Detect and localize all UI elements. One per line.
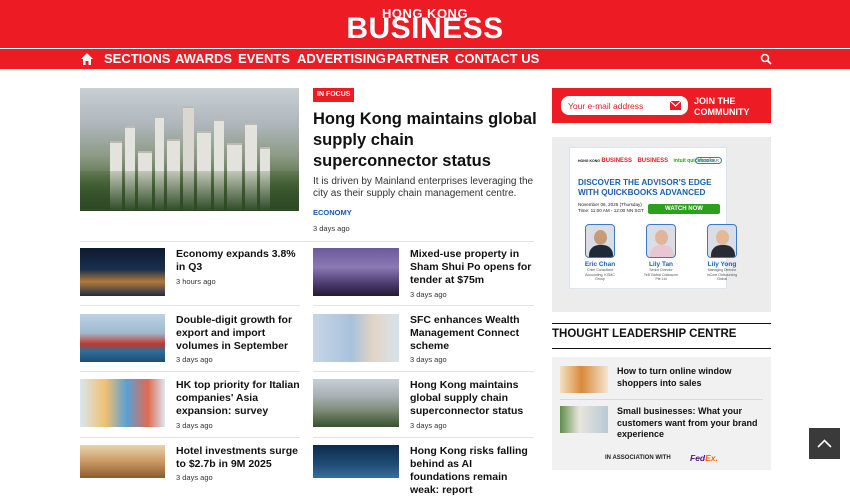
article-title[interactable]: Double-digit growth for export and impor… bbox=[176, 314, 301, 353]
speaker-card: Eric Chan Chief Consultant Accounting, K… bbox=[582, 224, 618, 282]
divider bbox=[560, 399, 763, 400]
article-date: 3 days ago bbox=[410, 421, 447, 430]
logo-main[interactable]: BUSINESS bbox=[0, 14, 850, 44]
join-community-button[interactable]: JOIN THE COMMUNITY bbox=[694, 96, 750, 118]
webinar-time-line: Time: 11:00 AM - 12:00 NN SGT bbox=[578, 208, 644, 213]
article-title[interactable]: Hong Kong maintains global supply chain … bbox=[410, 379, 535, 418]
nav-advertising[interactable]: ADVERTISING bbox=[297, 51, 386, 67]
speaker-name: Lily Tan bbox=[648, 261, 674, 268]
join-label-line1: JOIN THE bbox=[694, 96, 736, 106]
nav-awards[interactable]: AWARDS bbox=[175, 51, 232, 67]
divider bbox=[80, 437, 300, 438]
divider bbox=[80, 241, 534, 242]
article-image[interactable] bbox=[80, 248, 165, 296]
webinar-title: DISCOVER THE ADVISOR'S EDGE WITH QUICKBO… bbox=[578, 178, 712, 197]
hkb-logo-small: HONG KONG bbox=[578, 159, 600, 163]
divider bbox=[313, 371, 534, 372]
nav-partner[interactable]: PARTNER bbox=[387, 51, 449, 67]
speaker-photo bbox=[646, 224, 676, 258]
search-icon[interactable] bbox=[760, 53, 772, 65]
article-image[interactable] bbox=[313, 248, 399, 296]
section-rule-bottom bbox=[552, 348, 771, 349]
speaker-role: Managing Director bbox=[707, 268, 737, 272]
article-date: 3 hours ago bbox=[176, 277, 216, 286]
speaker-photo bbox=[585, 224, 615, 258]
hero-title[interactable]: Hong Kong maintains global supply chain … bbox=[313, 109, 538, 172]
tl-item-title[interactable]: Small businesses: What your customers wa… bbox=[617, 406, 767, 441]
section-rule-top bbox=[552, 323, 771, 324]
article-date: 3 days ago bbox=[176, 421, 213, 430]
article-image[interactable] bbox=[80, 314, 165, 362]
hero-image[interactable] bbox=[80, 88, 299, 211]
mail-icon[interactable] bbox=[670, 101, 681, 110]
main-nav: SECTIONS AWARDS EVENTS ADVERTISING PARTN… bbox=[0, 49, 850, 69]
webinar-ad[interactable]: HONG KONG BUSINESS BUSINESS intuit quick… bbox=[569, 147, 737, 289]
divider bbox=[80, 371, 300, 372]
webinar-date: November 06, 2025 (Thursday) Time: 11:00… bbox=[578, 202, 644, 214]
chevron-up-icon bbox=[817, 439, 832, 448]
thought-leadership-heading[interactable]: THOUGHT LEADERSHIP CENTRE bbox=[552, 328, 736, 340]
speaker-card: Lily Yong Managing Director inCore Outso… bbox=[704, 224, 740, 282]
article-date: 3 days ago bbox=[410, 290, 447, 299]
article-title[interactable]: Hotel investments surge to $2.7b in 9M 2… bbox=[176, 445, 301, 471]
fedex-logo[interactable]: FedEx. bbox=[690, 453, 718, 463]
tl-item-title[interactable]: How to turn online window shoppers into … bbox=[617, 366, 767, 389]
email-input[interactable] bbox=[561, 96, 688, 115]
divider bbox=[313, 437, 534, 438]
in-focus-badge[interactable]: IN FOCUS bbox=[313, 88, 355, 102]
divider bbox=[313, 305, 534, 306]
tl-item-image[interactable] bbox=[560, 406, 608, 433]
speaker-company: Accounting, KGMC Group bbox=[585, 272, 615, 282]
speaker-role: Chief Consultant bbox=[587, 268, 613, 272]
scroll-to-top-button[interactable] bbox=[809, 428, 840, 459]
hero-category[interactable]: ECONOMY bbox=[313, 208, 352, 217]
article-title[interactable]: Mixed-use property in Sham Shui Po opens… bbox=[410, 248, 535, 287]
speaker-card: Lily Tan Senior Director TeB Global Outs… bbox=[643, 224, 679, 282]
speaker-name: Eric Chan bbox=[584, 261, 616, 268]
speaker-company: inCore Outsourcing Global bbox=[706, 272, 738, 282]
nav-sections[interactable]: SECTIONS bbox=[104, 51, 170, 67]
article-image[interactable] bbox=[313, 445, 399, 478]
article-date: 3 days ago bbox=[176, 355, 213, 364]
hkb-logo-2: BUSINESS bbox=[637, 158, 669, 164]
article-title[interactable]: HK top priority for Italian companies' A… bbox=[176, 379, 301, 418]
nav-contact-us[interactable]: CONTACT US bbox=[455, 51, 539, 67]
article-image[interactable] bbox=[313, 314, 399, 362]
divider bbox=[80, 305, 300, 306]
speaker-company: TeB Global Outsource Pte Ltd bbox=[643, 272, 679, 282]
join-label-line2: COMMUNITY bbox=[694, 107, 750, 117]
article-image[interactable] bbox=[313, 379, 399, 427]
article-image[interactable] bbox=[80, 379, 165, 427]
article-title[interactable]: Economy expands 3.8% in Q3 bbox=[176, 248, 301, 274]
hero-date: 3 days ago bbox=[313, 224, 350, 233]
article-date: 3 days ago bbox=[410, 355, 447, 364]
hero-description: It is driven by Mainland enterprises lev… bbox=[313, 176, 534, 199]
article-title[interactable]: SFC enhances Wealth Management Connect s… bbox=[410, 314, 535, 353]
newsletter-signup: JOIN THE COMMUNITY bbox=[552, 88, 771, 123]
home-icon[interactable] bbox=[80, 52, 94, 66]
article-image[interactable] bbox=[80, 445, 165, 478]
site-header: HONG KONG BUSINESS bbox=[0, 0, 850, 48]
tl-item-image[interactable] bbox=[560, 366, 608, 393]
speaker-name: Lily Yong bbox=[707, 261, 737, 268]
association-label: IN ASSOCIATION WITH bbox=[605, 455, 671, 461]
article-title[interactable]: Hong Kong risks falling behind as AI fou… bbox=[410, 445, 535, 497]
speaker-photo bbox=[707, 224, 737, 258]
hkb-logo: BUSINESS bbox=[601, 158, 633, 164]
watch-now-button[interactable]: WATCH NOW bbox=[648, 204, 720, 214]
webinar-tag: WEBINAR bbox=[695, 157, 723, 164]
nav-events[interactable]: EVENTS bbox=[238, 51, 290, 67]
